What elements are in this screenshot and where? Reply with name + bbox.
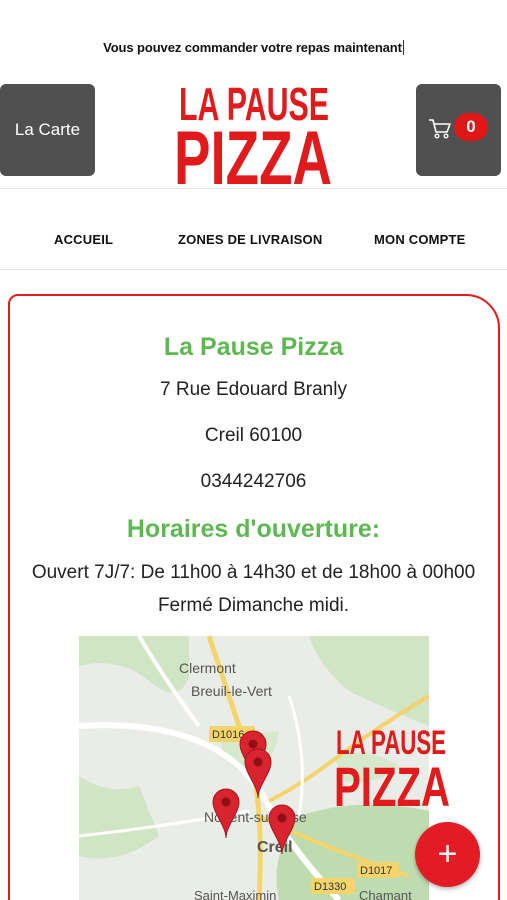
map-brand-logo: LA PAUSE PIZZA [333, 722, 451, 818]
opening-hours-line2: Fermé Dimanche midi. [157, 595, 350, 616]
cart-button[interactable]: 0 [416, 84, 501, 176]
svg-text:Clermont: Clermont [179, 660, 236, 676]
brand-logo[interactable]: LA PAUSE PIZZA [172, 80, 334, 188]
svg-text:Chamant: Chamant [359, 888, 412, 900]
announcement-text: Vous pouvez commander votre repas mainte… [103, 40, 402, 55]
nav-item-accueil[interactable]: ACCUEIL [54, 232, 113, 247]
menu-button-label: La Carte [14, 120, 81, 139]
plus-icon: + [437, 835, 458, 873]
svg-text:Creil: Creil [257, 839, 293, 856]
add-button[interactable]: + [415, 822, 480, 887]
svg-text:PIZZA: PIZZA [174, 120, 332, 188]
restaurant-phone[interactable]: 0344242706 [0, 471, 507, 493]
announcement-banner: Vous pouvez commander votre repas mainte… [0, 40, 507, 55]
cart-count-badge: 0 [454, 113, 488, 141]
restaurant-address: 7 Rue Edouard Branly [160, 379, 347, 400]
header-divider [0, 188, 507, 189]
svg-text:D1330: D1330 [314, 881, 346, 893]
nav-item-mon-compte[interactable]: MON COMPTE [374, 232, 466, 247]
svg-text:D1016: D1016 [212, 729, 244, 741]
svg-text:Breuil-le-Vert: Breuil-le-Vert [191, 683, 272, 699]
restaurant-name: La Pause Pizza [163, 333, 344, 361]
cart-icon [429, 119, 451, 139]
menu-button[interactable]: La Carte [0, 84, 95, 176]
logo-line2: PIZZA [174, 120, 332, 188]
restaurant-city: Creil 60100 [204, 425, 303, 446]
svg-text:D1017: D1017 [360, 865, 392, 877]
svg-text:PIZZA: PIZZA [334, 755, 450, 808]
nav-item-zones-de-livraison[interactable]: ZONES DE LIVRAISON [178, 232, 322, 247]
main-nav: ACCUEIL ZONES DE LIVRAISON MON COMPTE [0, 232, 507, 252]
nav-divider [0, 269, 507, 270]
opening-hours-line1: Ouvert 7J/7: De 11h00 à 14h30 et de 18h0… [31, 562, 476, 583]
logo-line1: LA PAUSE [179, 80, 329, 124]
svg-text:LA PAUSE: LA PAUSE [179, 80, 329, 124]
text-caret [402, 40, 404, 55]
svg-text:Saint-Maximin: Saint-Maximin [194, 888, 276, 900]
opening-hours-title: Horaires d'ouverture: [126, 515, 381, 543]
